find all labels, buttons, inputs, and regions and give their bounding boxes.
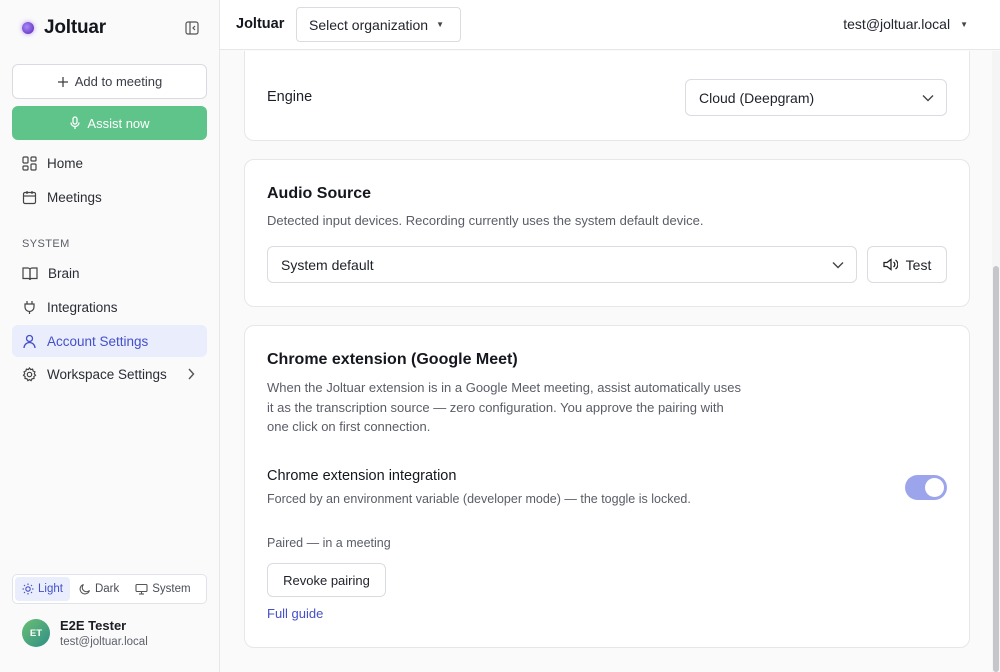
engine-label: Engine xyxy=(267,89,313,105)
header-title: Joltuar xyxy=(236,16,285,32)
assist-now-button[interactable]: Assist now xyxy=(12,106,207,140)
user-menu-email: test@joltuar.local xyxy=(843,16,951,32)
sidebar-item-home[interactable]: Home xyxy=(12,147,207,179)
chevron-down-icon xyxy=(832,261,844,268)
audio-source-card: Audio Source Detected input devices. Rec… xyxy=(244,159,970,307)
monitor-icon xyxy=(135,583,148,595)
logo-icon xyxy=(22,22,34,34)
sun-icon xyxy=(22,583,34,595)
chrome-integration-toggle[interactable] xyxy=(905,475,947,500)
audio-device-select[interactable]: System default xyxy=(267,246,857,283)
sidebar-item-workspace-settings[interactable]: Workspace Settings xyxy=(12,358,207,390)
gear-icon xyxy=(22,366,37,381)
test-audio-label: Test xyxy=(905,256,932,273)
engine-card: Engine Cloud (Deepgram) xyxy=(244,51,970,141)
engine-select[interactable]: Cloud (Deepgram) xyxy=(685,79,947,116)
sidebar-item-label: Workspace Settings xyxy=(47,366,167,382)
add-to-meeting-button[interactable]: Add to meeting xyxy=(12,64,207,99)
theme-light-label: Light xyxy=(38,583,63,595)
sidebar-item-meetings[interactable]: Meetings xyxy=(12,181,207,213)
avatar: ET xyxy=(22,619,50,647)
engine-select-value: Cloud (Deepgram) xyxy=(699,89,815,106)
theme-dark-option[interactable]: Dark xyxy=(72,577,126,601)
sidebar-item-label: Meetings xyxy=(47,189,102,205)
theme-dark-label: Dark xyxy=(94,583,120,595)
description-line: When the Joltuar extension is in a Googl… xyxy=(267,380,742,395)
user-email: test@joltuar.local xyxy=(60,636,148,648)
chevron-right-icon xyxy=(188,368,195,380)
speaker-icon xyxy=(883,258,898,271)
sidebar-item-integrations[interactable]: Integrations xyxy=(12,291,207,323)
brand-name: Joltuar xyxy=(44,17,106,38)
theme-light-option[interactable]: Light xyxy=(15,577,70,601)
sidebar-item-label: Account Settings xyxy=(47,333,149,349)
add-to-meeting-label: Add to meeting xyxy=(74,74,163,89)
user-icon xyxy=(23,334,36,348)
audio-source-title: Audio Source xyxy=(267,185,372,202)
audio-source-description: Detected input devices. Recording curren… xyxy=(267,213,704,228)
sidebar-item-label: Integrations xyxy=(47,299,118,315)
top-header: Joltuar Select organization ▼ test@joltu… xyxy=(220,0,1000,50)
organization-select[interactable]: Select organization ▼ xyxy=(296,7,461,42)
description-line: one click on first connection. xyxy=(267,419,431,434)
calendar-icon xyxy=(22,190,37,204)
sidebar-collapse-icon[interactable] xyxy=(184,20,200,36)
moon-icon xyxy=(79,583,90,595)
full-guide-link[interactable]: Full guide xyxy=(267,606,323,621)
user-menu[interactable]: test@joltuar.local ▼ xyxy=(843,16,968,32)
grid-icon xyxy=(22,155,37,171)
chrome-extension-card: Chrome extension (Google Meet) When the … xyxy=(244,325,970,648)
toggle-knob xyxy=(925,478,944,497)
sidebar: Joltuar Add to meeting Assist now Home M… xyxy=(0,0,220,672)
organization-select-value: Select organization xyxy=(309,16,429,33)
microphone-icon xyxy=(70,116,81,129)
audio-device-value: System default xyxy=(281,256,374,273)
sidebar-item-label: Home xyxy=(47,155,84,171)
system-section-label: SYSTEM xyxy=(22,238,70,250)
assist-now-label: Assist now xyxy=(87,115,150,131)
revoke-pairing-button[interactable]: Revoke pairing xyxy=(267,563,386,597)
description-line: it as the transcription source — zero co… xyxy=(267,399,724,415)
brand[interactable]: Joltuar xyxy=(22,16,106,40)
integration-description: Forced by an environment variable (devel… xyxy=(267,492,691,506)
plus-icon xyxy=(57,76,68,87)
integration-title: Chrome extension integration xyxy=(267,468,457,484)
user-profile[interactable]: ET E2E Tester test@joltuar.local xyxy=(22,618,148,648)
theme-system-label: System xyxy=(152,583,191,595)
sidebar-item-label: Brain xyxy=(48,265,80,281)
pairing-status: Paired — in a meeting xyxy=(267,536,391,550)
theme-switcher: Light Dark System xyxy=(12,574,207,604)
caret-down-icon: ▼ xyxy=(960,19,968,29)
chevron-down-icon xyxy=(922,94,934,101)
chrome-extension-title: Chrome extension (Google Meet) xyxy=(267,351,518,368)
plug-icon xyxy=(24,300,35,314)
user-name: E2E Tester xyxy=(60,618,127,633)
book-icon xyxy=(22,266,38,280)
caret-down-icon: ▼ xyxy=(436,20,444,29)
theme-system-option[interactable]: System xyxy=(128,577,197,601)
sidebar-item-brain[interactable]: Brain xyxy=(12,257,207,289)
chrome-extension-description: When the Joltuar extension is in a Googl… xyxy=(267,378,741,437)
settings-content: Engine Cloud (Deepgram) Audio Source Det… xyxy=(220,51,992,672)
sidebar-item-account-settings[interactable]: Account Settings xyxy=(12,325,207,357)
test-audio-button[interactable]: Test xyxy=(867,246,947,283)
scrollbar-thumb[interactable] xyxy=(993,266,999,672)
